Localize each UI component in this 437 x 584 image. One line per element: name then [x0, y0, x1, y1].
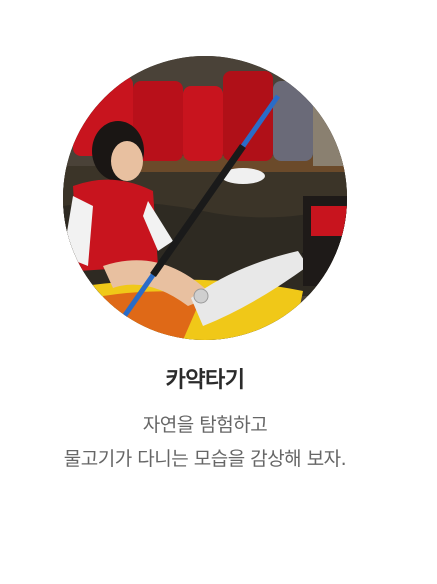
- activity-title: 카약타기: [165, 368, 245, 393]
- activity-card[interactable]: 카약타기 자연을 탐험하고 물고기가 다니는 모습을 감상해 보자.: [0, 0, 437, 584]
- kayaking-photo: [63, 56, 347, 340]
- description-line: 자연을 탐험하고: [142, 414, 268, 436]
- description-line: 물고기가 다니는 모습을 감상해 보자.: [63, 448, 347, 470]
- activity-description: 자연을 탐험하고 물고기가 다니는 모습을 감상해 보자.: [0, 408, 410, 476]
